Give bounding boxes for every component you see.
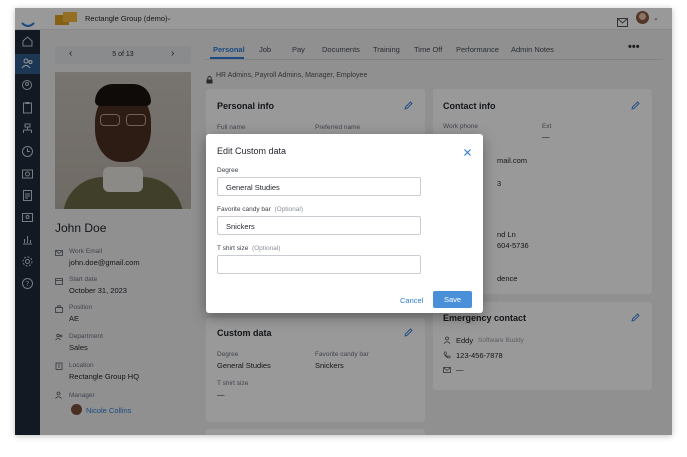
- close-icon[interactable]: [463, 144, 472, 156]
- candy-field-label: Favorite candy bar (Optional): [217, 206, 303, 213]
- candy-optional-text: (Optional): [274, 206, 304, 213]
- save-button[interactable]: Save: [433, 291, 472, 308]
- degree-field-label: Degree: [217, 167, 239, 174]
- shirt-optional-text: (Optional): [251, 245, 281, 252]
- save-button-label: Save: [443, 295, 462, 304]
- degree-input[interactable]: General Studies: [217, 177, 421, 196]
- degree-input-value: General Studies: [226, 183, 280, 192]
- shirt-field-label: T shirt size (Optional): [217, 245, 280, 252]
- candy-input-value: Snickers: [226, 222, 255, 231]
- modal-title: Edit Custom data: [217, 146, 287, 156]
- candy-input[interactable]: Snickers: [217, 216, 421, 235]
- candy-label-text: Favorite candy bar: [217, 206, 271, 213]
- shirt-size-input[interactable]: [217, 255, 421, 274]
- edit-custom-data-modal: Edit Custom data Degree General Studies …: [206, 134, 483, 313]
- app-window: Rectangle Group (demo) ⌄ ⌄ ? ‹ 5 of 13 ›: [15, 8, 672, 435]
- shirt-label-text: T shirt size: [217, 245, 249, 252]
- cancel-button[interactable]: Cancel: [400, 296, 423, 305]
